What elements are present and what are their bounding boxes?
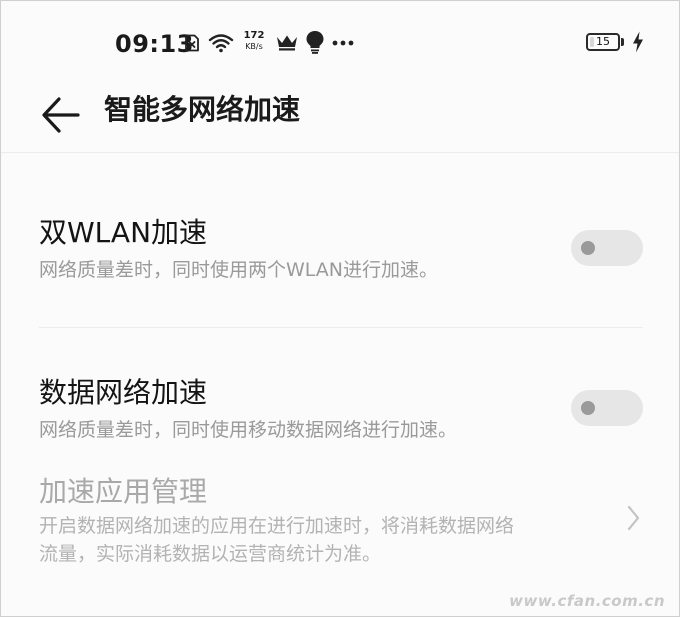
setting-mobile-data[interactable]: 数据网络加速 网络质量差时，同时使用移动数据网络进行加速。 [1, 361, 679, 471]
crown-icon [277, 35, 297, 51]
network-speed-unit: KB/s [245, 42, 263, 51]
charging-bolt-icon [633, 31, 643, 53]
setting-app-management[interactable]: 加速应用管理 开启数据网络加速的应用在进行加速时，将消耗数据网络 流量，实际消耗… [1, 461, 679, 581]
chevron-right-icon [627, 505, 640, 531]
arrow-left-icon [42, 97, 80, 133]
watermark-logo: www.cfan.com.cn [509, 592, 665, 610]
toggle-knob [581, 241, 595, 255]
row-divider [39, 327, 643, 328]
back-button[interactable] [37, 91, 85, 139]
dual-wlan-toggle[interactable] [571, 230, 643, 266]
battery-icon: 15 [586, 33, 620, 51]
network-speed-value: 172 [243, 30, 265, 41]
header-divider [1, 152, 679, 153]
setting-dual-wlan-description: 网络质量差时，同时使用两个WLAN进行加速。 [39, 259, 439, 281]
toggle-knob [581, 401, 595, 415]
lightbulb-icon [306, 31, 324, 54]
wifi-icon [208, 34, 234, 53]
setting-mobile-data-title: 数据网络加速 [39, 376, 208, 409]
status-bar: 09:13 172 KB/s 15 [1, 1, 679, 85]
mobile-data-toggle[interactable] [571, 390, 643, 426]
page-title: 智能多网络加速 [104, 93, 301, 126]
battery-cap [621, 38, 624, 46]
setting-app-management-description-line1: 开启数据网络加速的应用在进行加速时，将消耗数据网络 [39, 515, 515, 537]
setting-dual-wlan-title: 双WLAN加速 [39, 216, 208, 249]
setting-app-management-title: 加速应用管理 [39, 475, 208, 508]
settings-screen: 09:13 172 KB/s 15 智能多网络加速 双WLAN加速 网络质量差时… [0, 0, 680, 617]
setting-mobile-data-description: 网络质量差时，同时使用移动数据网络进行加速。 [39, 419, 458, 441]
setting-dual-wlan[interactable]: 双WLAN加速 网络质量差时，同时使用两个WLAN进行加速。 [1, 201, 679, 311]
network-speed: 172 KB/s [240, 30, 268, 52]
setting-app-management-description-line2: 流量，实际消耗数据以运营商统计为准。 [39, 543, 382, 565]
more-dots-icon [332, 40, 354, 46]
close-box-icon [185, 34, 199, 52]
status-time: 09:13 [115, 30, 194, 58]
battery-level: 15 [596, 35, 610, 48]
page-header: 智能多网络加速 [1, 85, 679, 153]
